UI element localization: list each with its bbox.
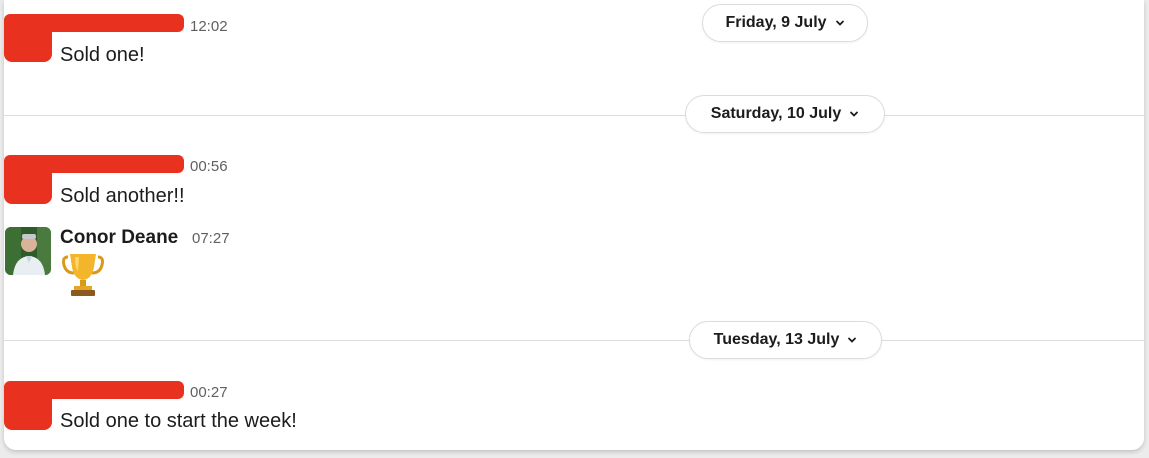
sender-name-redacted <box>4 381 184 399</box>
sender-name[interactable]: Conor Deane <box>60 227 178 249</box>
message-timestamp[interactable]: 07:27 <box>192 230 230 247</box>
chevron-down-icon <box>835 20 844 26</box>
date-jump-tuesday[interactable]: Tuesday, 13 July <box>689 321 882 359</box>
user-avatar-image <box>5 227 51 275</box>
message-timestamp[interactable]: 12:02 <box>190 18 228 35</box>
message-text: Sold another!! <box>60 185 185 207</box>
date-jump-friday[interactable]: Friday, 9 July <box>702 4 868 42</box>
avatar[interactable] <box>5 227 51 275</box>
day-divider <box>4 115 1144 116</box>
date-label: Tuesday, 13 July <box>713 331 840 348</box>
date-label: Saturday, 10 July <box>710 105 842 122</box>
message-timestamp[interactable]: 00:56 <box>190 158 228 175</box>
chevron-down-icon <box>848 337 857 343</box>
sender-name-redacted <box>4 14 184 32</box>
message-channel: Friday, 9 July 12:02 Sold one! Saturday,… <box>4 0 1144 450</box>
message-text: Sold one to start the week! <box>60 410 297 432</box>
message-timestamp[interactable]: 00:27 <box>190 384 228 401</box>
message-text: Sold one! <box>60 44 145 66</box>
chevron-down-icon <box>850 111 859 117</box>
day-divider <box>4 340 1144 341</box>
trophy-icon <box>62 254 104 296</box>
sender-name-redacted <box>4 155 184 173</box>
date-jump-saturday[interactable]: Saturday, 10 July <box>685 95 885 133</box>
date-label: Friday, 9 July <box>725 14 827 31</box>
